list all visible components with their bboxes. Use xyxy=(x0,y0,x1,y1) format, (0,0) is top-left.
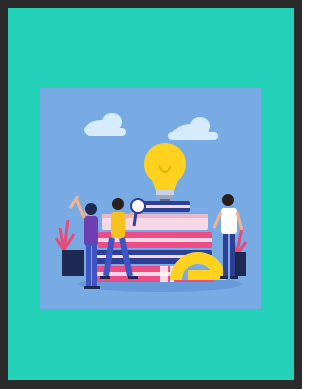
idea-team-illustration xyxy=(40,88,261,309)
illustration-svg xyxy=(40,88,261,309)
